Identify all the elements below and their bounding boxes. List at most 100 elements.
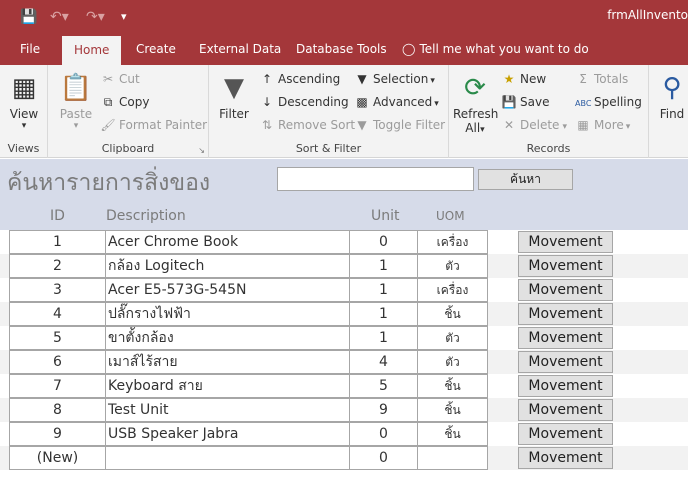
delete-label: Delete [520,118,560,132]
delete-icon: ✕ [503,118,515,132]
selection-button[interactable]: ▼ Selection ▾ [354,69,434,89]
table-row: 4 ปลั๊กรางไฟฟ้า 1 ชิ้น Movement [0,302,688,326]
tab-file[interactable]: File [20,34,40,65]
table-row-new: (New) 0 Movement [0,446,688,470]
save-record-button[interactable]: 💾 Save [501,92,550,112]
paste-button[interactable]: 📋 Paste ▾ [58,71,94,131]
description-field[interactable]: Keyboard สาย [105,374,350,398]
unit-field[interactable]: 1 [349,302,418,326]
id-field[interactable]: 3 [9,278,106,302]
description-field[interactable]: กล้อง Logitech [105,254,350,278]
movement-button[interactable]: Movement [518,351,613,373]
id-field[interactable]: 8 [9,398,106,422]
tab-home[interactable]: Home [62,36,122,65]
cut-button[interactable]: ✂ Cut [100,69,140,89]
descending-label: Descending [278,95,349,109]
tab-database-tools[interactable]: Database Tools [296,34,387,65]
selection-label: Selection [373,72,429,86]
save-icon[interactable]: 💾 [20,7,37,27]
id-field[interactable]: 1 [9,230,106,254]
uom-field[interactable]: ตัว [417,326,488,350]
unit-field[interactable]: 0 [349,422,418,446]
tell-me-label: Tell me what you want to do [419,42,589,56]
selection-filter-icon: ▼ [357,72,367,86]
unit-field[interactable]: 0 [349,230,418,254]
form-title: ค้นหารายการสิ่งของ [7,170,211,196]
id-field[interactable]: 5 [9,326,106,350]
id-field[interactable]: 9 [9,422,106,446]
id-field[interactable]: 6 [9,350,106,374]
totals-button[interactable]: Σ Totals [575,69,628,89]
search-button[interactable]: ค้นหา [478,169,573,190]
id-field[interactable]: 2 [9,254,106,278]
scissors-icon: ✂ [102,72,114,86]
column-header-uom: UOM [436,209,465,223]
unit-field[interactable]: 5 [349,374,418,398]
description-field[interactable]: USB Speaker Jabra [105,422,350,446]
movement-button[interactable]: Movement [518,231,613,253]
search-input[interactable] [277,167,474,191]
uom-field[interactable]: เครื่อง [417,230,488,254]
tab-external-data[interactable]: External Data [199,34,281,65]
unit-field[interactable]: 9 [349,398,418,422]
movement-button[interactable]: Movement [518,279,613,301]
view-button[interactable]: ▦ View ▾ [7,71,41,131]
description-field[interactable]: Test Unit [105,398,350,422]
group-views: ▦ View ▾ Views [0,65,48,158]
unit-field[interactable]: 1 [349,278,418,302]
tab-create[interactable]: Create [136,34,176,65]
descending-button[interactable]: ↓ Descending [259,92,349,112]
description-field[interactable]: Acer E5-573G-545N [105,278,350,302]
tell-me-box[interactable]: ◯ Tell me what you want to do [402,34,589,65]
movement-button[interactable]: Movement [518,303,613,325]
format-painter-button[interactable]: 🖌 Format Painter [100,115,207,135]
movement-button[interactable]: Movement [518,399,613,421]
toggle-filter-button[interactable]: ▼ Toggle Filter [354,115,445,135]
uom-field[interactable]: ชิ้น [417,302,488,326]
description-field[interactable]: Acer Chrome Book [105,230,350,254]
unit-field[interactable]: 1 [349,326,418,350]
movement-button[interactable]: Movement [518,375,613,397]
funnel-icon: ▼ [224,73,244,103]
delete-record-button[interactable]: ✕ Delete ▾ [501,115,567,135]
movement-button[interactable]: Movement [518,423,613,445]
uom-field[interactable]: ชิ้น [417,422,488,446]
remove-sort-button[interactable]: ⇅ Remove Sort [259,115,355,135]
advanced-button[interactable]: ▩ Advanced ▾ [354,92,438,112]
unit-field[interactable]: 4 [349,350,418,374]
movement-button[interactable]: Movement [518,447,613,469]
dialog-launcher-icon[interactable]: ↘ [198,146,205,155]
id-field[interactable]: 4 [9,302,106,326]
uom-field[interactable] [417,446,488,470]
uom-field[interactable]: เครื่อง [417,278,488,302]
uom-field[interactable]: ชิ้น [417,398,488,422]
unit-field[interactable]: 0 [349,446,418,470]
refresh-all-button[interactable]: ⟳ Refresh All▾ [453,71,498,135]
filter-button[interactable]: ▼ Filter [215,71,253,121]
undo-icon[interactable]: ↶▾ [50,7,69,27]
new-record-button[interactable]: ★ New [501,69,547,89]
description-field[interactable] [105,446,350,470]
unit-field[interactable]: 1 [349,254,418,278]
description-field[interactable]: เมาส์ไร้สาย [105,350,350,374]
clipboard-icon: 📋 [59,73,93,103]
id-field[interactable]: (New) [9,446,106,470]
movement-button[interactable]: Movement [518,327,613,349]
copy-button[interactable]: ⧉ Copy [100,92,150,112]
find-button[interactable]: ⚲ Find [656,71,688,121]
movement-button[interactable]: Movement [518,255,613,277]
customize-toolbar-icon[interactable]: ▾ [121,7,127,27]
table-row: 7 Keyboard สาย 5 ชิ้น Movement [0,374,688,398]
uom-field[interactable]: ตัว [417,254,488,278]
description-field[interactable]: ขาตั้งกล้อง [105,326,350,350]
description-field[interactable]: ปลั๊กรางไฟฟ้า [105,302,350,326]
uom-field[interactable]: ตัว [417,350,488,374]
spelling-button[interactable]: ABC Spelling [575,92,642,112]
id-field[interactable]: 7 [9,374,106,398]
redo-icon[interactable]: ↷▾ [86,7,105,27]
uom-field[interactable]: ชิ้น [417,374,488,398]
ascending-button[interactable]: ↑ Ascending [259,69,340,89]
paintbrush-icon: 🖌 [100,118,116,132]
new-record-icon: ★ [503,72,515,86]
more-button[interactable]: ▦ More ▾ [575,115,630,135]
